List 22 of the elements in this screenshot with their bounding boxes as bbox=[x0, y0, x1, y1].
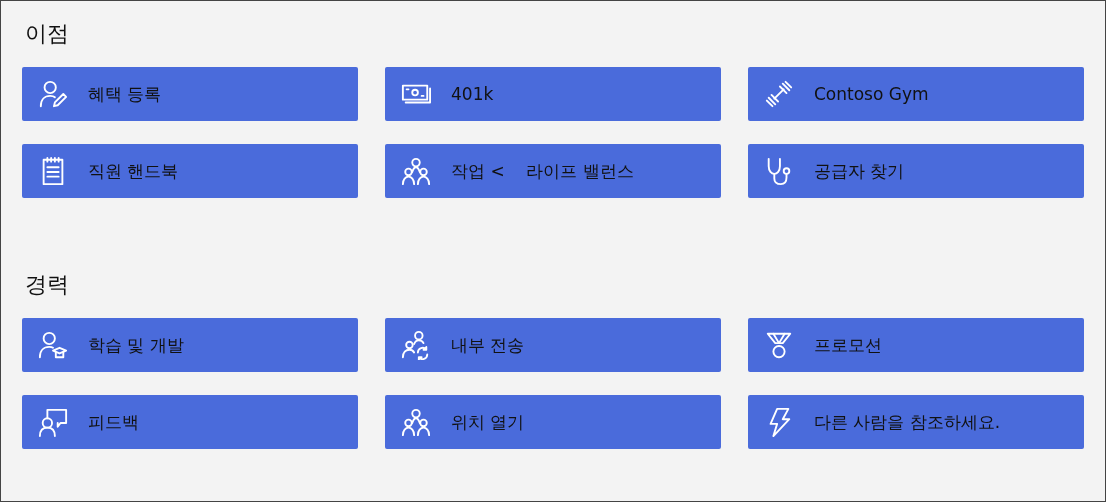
person-pencil-icon bbox=[38, 79, 68, 109]
link-tile[interactable]: 내부 전송 bbox=[385, 318, 721, 372]
link-tile[interactable]: 공급자 찾기 bbox=[748, 144, 1084, 198]
link-tile[interactable]: 피드백 bbox=[22, 395, 358, 449]
people-icon bbox=[401, 407, 431, 437]
link-tile[interactable]: 직원 핸드북 bbox=[22, 144, 358, 198]
link-tile[interactable]: 학습 및 개발 bbox=[22, 318, 358, 372]
link-tile[interactable]: 프로모션 bbox=[748, 318, 1084, 372]
dumbbell-icon bbox=[764, 79, 794, 109]
section-heading: 경력 bbox=[25, 271, 70, 299]
section-heading: 이점 bbox=[25, 20, 70, 48]
medal-icon bbox=[764, 330, 794, 360]
link-tile[interactable]: 혜택 등록 bbox=[22, 67, 358, 121]
link-tile[interactable]: 401k bbox=[385, 67, 721, 121]
link-tile[interactable]: 다른 사람을 참조하세요. bbox=[748, 395, 1084, 449]
people-arrows-icon bbox=[401, 330, 431, 360]
person-speech-icon bbox=[38, 407, 68, 437]
link-tile[interactable]: 작업 < 라이프 밸런스 bbox=[385, 144, 721, 198]
link-tile[interactable]: Contoso Gym bbox=[748, 67, 1084, 121]
link-tile[interactable]: 위치 열기 bbox=[385, 395, 721, 449]
people-icon bbox=[401, 156, 431, 186]
person-cap-icon bbox=[38, 330, 68, 360]
